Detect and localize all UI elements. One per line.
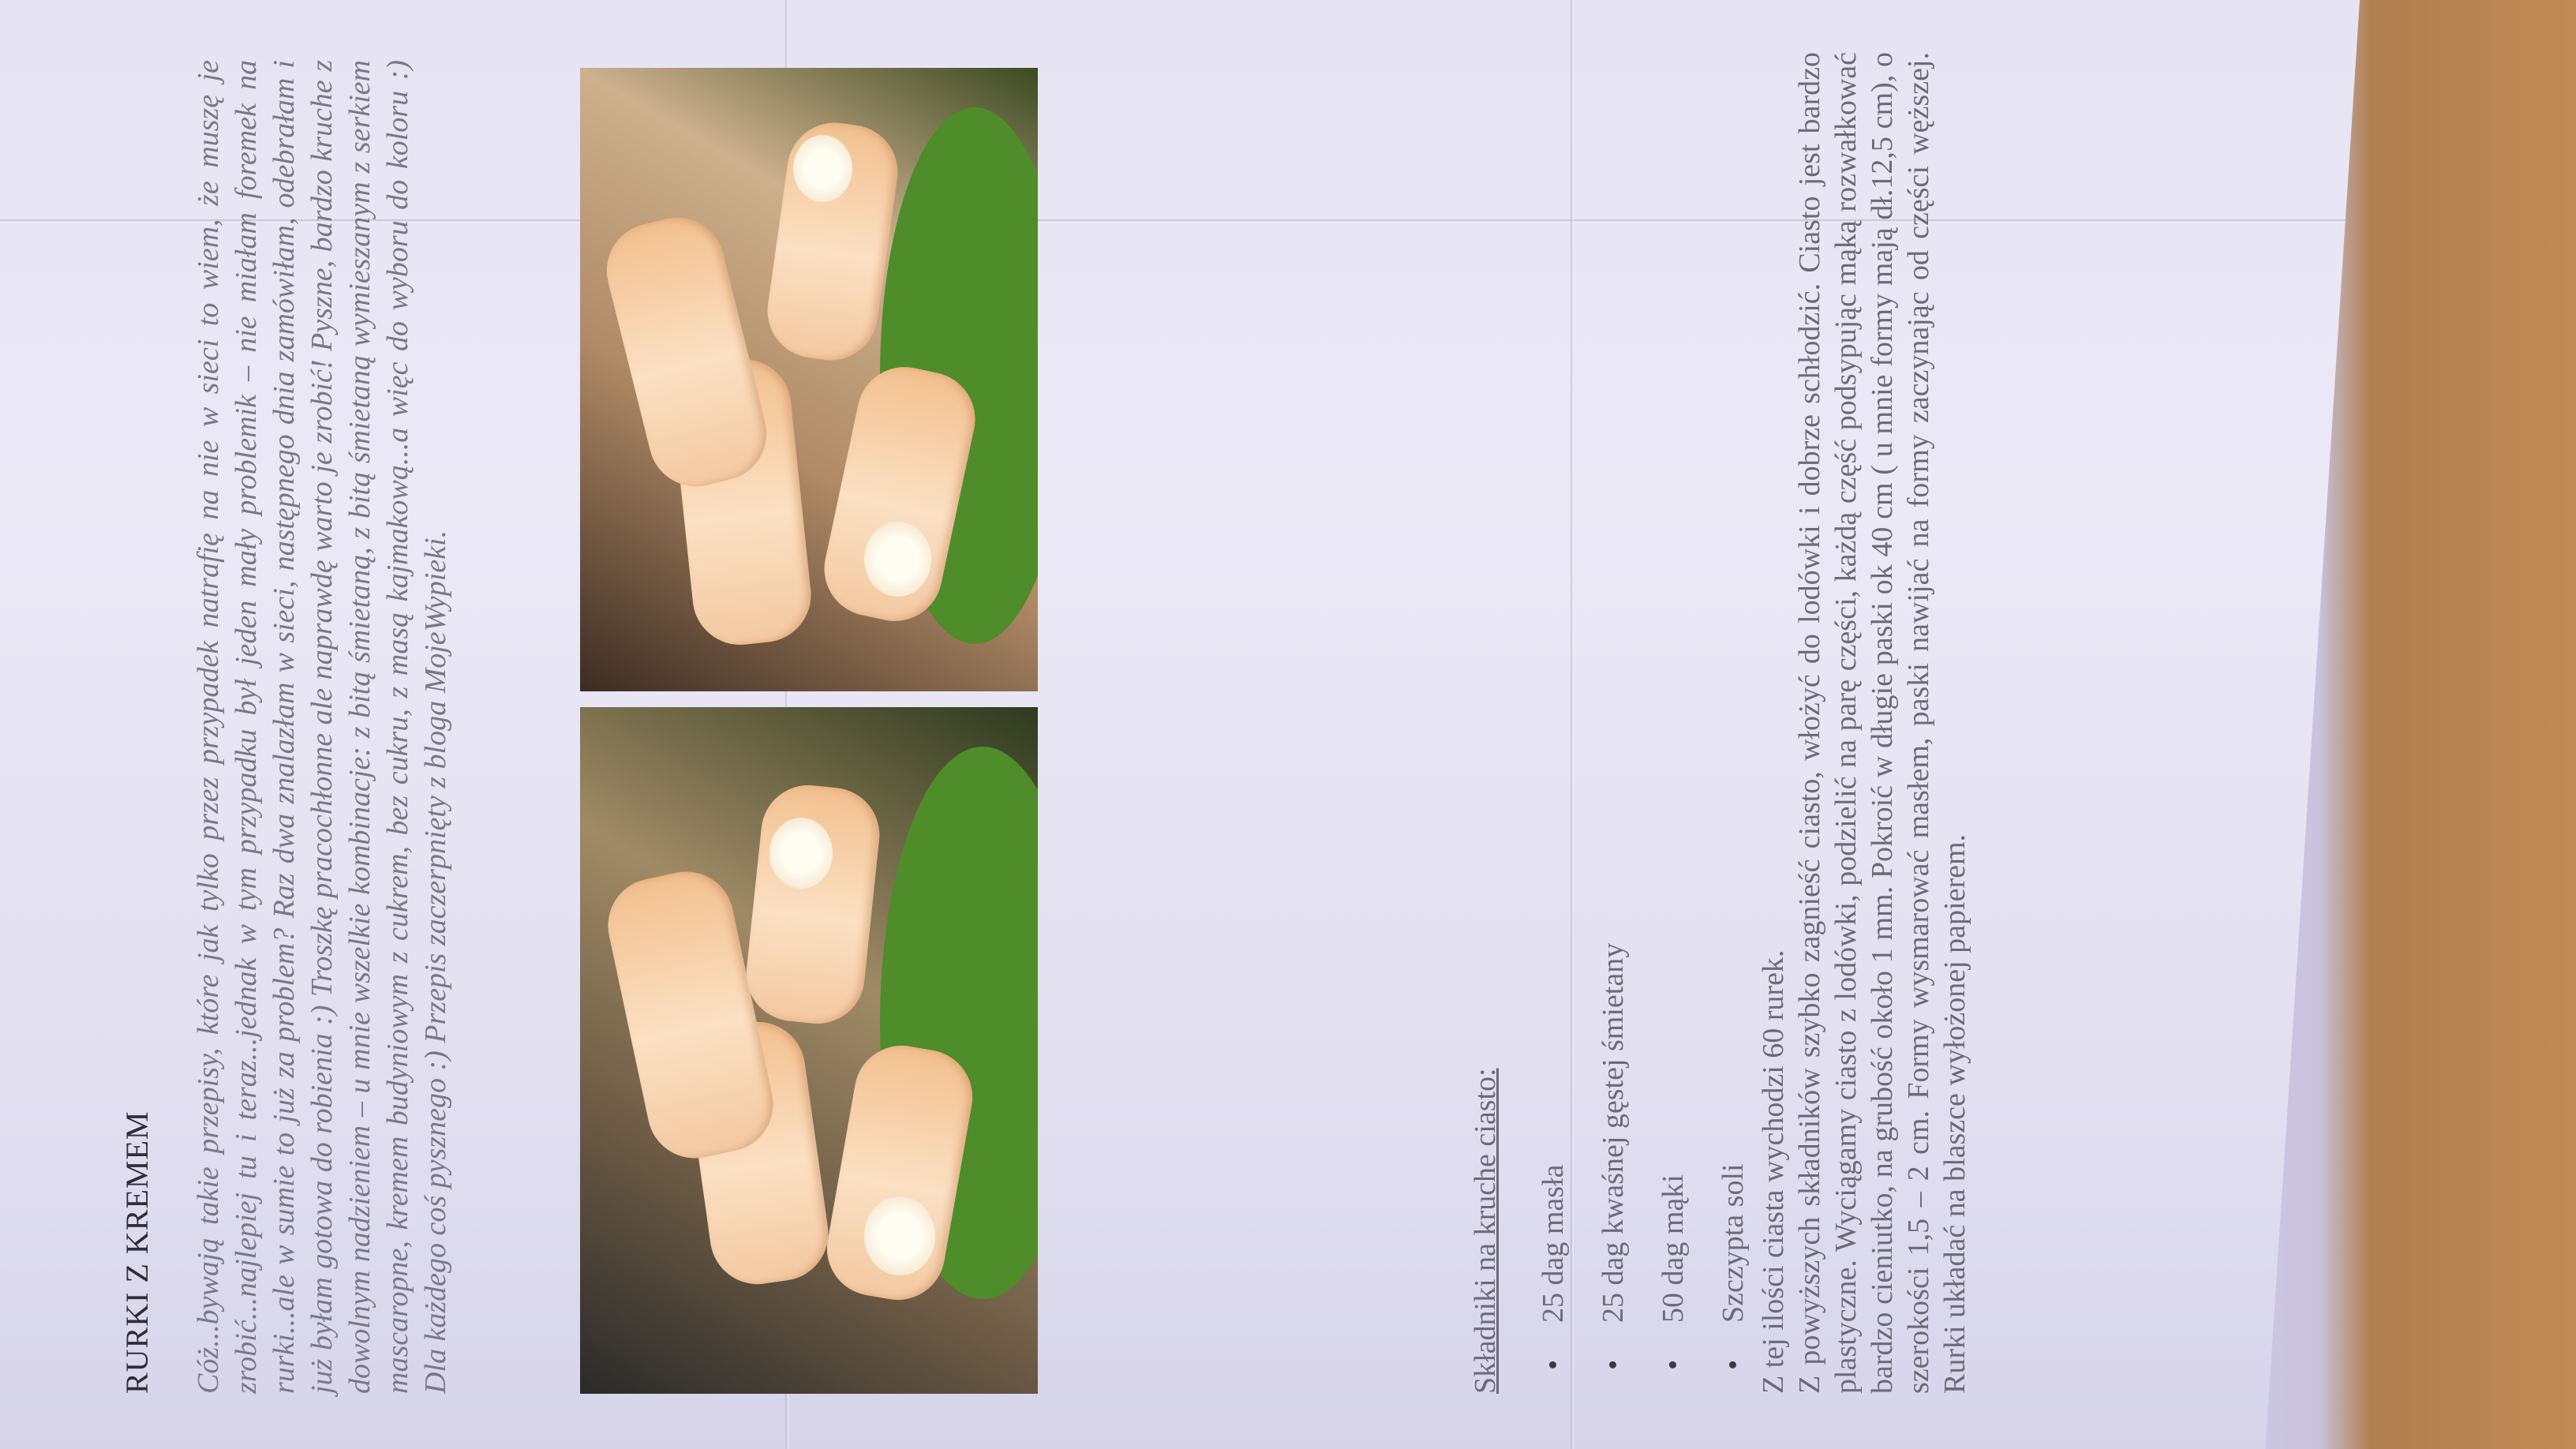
cream-filling	[864, 522, 931, 597]
ingredient-item: 25 dag kwaśnej gęstej śmietany	[1583, 943, 1643, 1370]
recipe-page: RURKI Z KREMEM Cóż...bywają takie przepi…	[0, 0, 2360, 1449]
ingredient-item: 50 dag mąki	[1643, 943, 1703, 1370]
cream-filling	[793, 135, 852, 202]
photo-scene: RURKI Z KREMEM Cóż...bywają takie przepi…	[0, 0, 2576, 1449]
recipe-intro: Cóż...bywają takie przepisy, które jak t…	[192, 60, 452, 1394]
cream-filling	[769, 818, 833, 889]
ingredients-list: 25 dag masła 25 dag kwaśnej gęstej śmiet…	[1523, 943, 1763, 1370]
cream-horn	[741, 780, 885, 1029]
recipe-title: RURKI Z KREMEM	[119, 1110, 155, 1394]
cream-filling	[864, 1196, 935, 1275]
recipe-yield: Z tej ilości ciasta wychodzi 60 rurek.	[1757, 949, 1790, 1394]
ingredient-item: Szczypta soli	[1703, 943, 1763, 1370]
recipe-photos	[580, 68, 1038, 1394]
cream-horn	[597, 207, 777, 497]
pastry-photo	[580, 707, 1038, 1394]
pastry-photo	[580, 68, 1038, 691]
ingredient-item: 25 dag masła	[1523, 943, 1583, 1370]
recipe-method: Z powyższych składników szybko zagnieść …	[1793, 52, 1971, 1394]
ingredients-heading: Składniki na kruche ciasto:	[1469, 1068, 1502, 1394]
